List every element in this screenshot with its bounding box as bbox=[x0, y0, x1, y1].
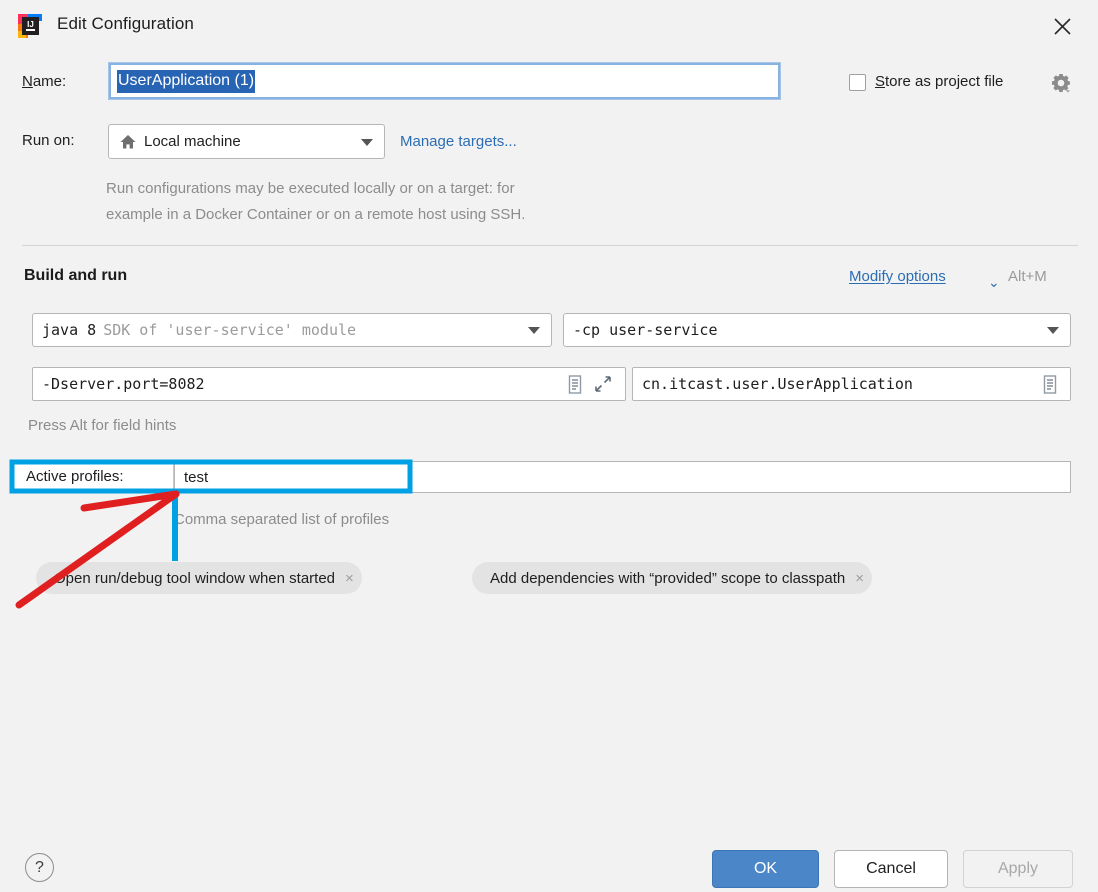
name-input-value: UserApplication (1) bbox=[117, 69, 256, 93]
option-chip-label: Open run/debug tool window when started bbox=[54, 569, 336, 587]
classpath-dropdown[interactable]: -cp user-service bbox=[563, 313, 1071, 347]
active-profiles-label: Active profiles: bbox=[14, 463, 174, 490]
window-title: Edit Configuration bbox=[57, 14, 194, 33]
title-bar: IJ Edit Configuration bbox=[0, 0, 1098, 50]
main-class-input[interactable]: cn.itcast.user.UserApplication bbox=[632, 367, 1071, 401]
close-icon[interactable]: × bbox=[855, 570, 864, 587]
jdk-value: java 8 bbox=[42, 321, 97, 339]
chevron-down-icon bbox=[1047, 327, 1059, 334]
close-icon[interactable]: × bbox=[345, 570, 354, 587]
document-icon[interactable] bbox=[1040, 373, 1060, 395]
run-on-target-value: Local machine bbox=[144, 133, 241, 150]
vm-options-value: -Dserver.port=8082 bbox=[42, 375, 205, 393]
run-on-label: Run on: bbox=[22, 132, 75, 149]
store-as-project-file-label: Store as project file bbox=[875, 73, 1004, 90]
active-profiles-value: test bbox=[184, 468, 209, 486]
ok-button[interactable]: OK bbox=[712, 850, 819, 888]
option-chip-open-run-debug-tool-window[interactable]: Open run/debug tool window when started … bbox=[36, 562, 362, 594]
main-class-value: cn.itcast.user.UserApplication bbox=[642, 375, 913, 393]
svg-text:IJ: IJ bbox=[27, 20, 34, 29]
run-on-hint-line-1: Run configurations may be executed local… bbox=[106, 180, 515, 197]
modify-options-link[interactable]: Modify options bbox=[849, 268, 946, 285]
apply-button: Apply bbox=[963, 850, 1073, 888]
jdk-detail: SDK of 'user-service' module bbox=[103, 321, 357, 339]
store-as-project-file-checkbox[interactable] bbox=[849, 74, 866, 91]
document-icon[interactable] bbox=[565, 373, 585, 395]
active-profiles-hint: Comma separated list of profiles bbox=[174, 511, 390, 528]
name-label: Name: bbox=[22, 73, 67, 90]
cancel-button[interactable]: Cancel bbox=[834, 850, 948, 888]
run-on-target-dropdown[interactable]: Local machine bbox=[108, 124, 385, 159]
classpath-value: -cp user-service bbox=[573, 321, 718, 339]
vm-options-input[interactable]: -Dserver.port=8082 bbox=[32, 367, 626, 401]
home-icon bbox=[119, 133, 137, 151]
build-and-run-title: Build and run bbox=[24, 267, 128, 284]
active-profiles-input[interactable]: test bbox=[174, 461, 1071, 493]
intellij-idea-icon: IJ bbox=[17, 13, 43, 39]
run-on-hint-line-2: example in a Docker Container or on a re… bbox=[106, 206, 526, 223]
close-icon[interactable] bbox=[1048, 12, 1076, 40]
chevron-down-icon bbox=[528, 327, 540, 334]
modify-options-shortcut: Alt+M bbox=[1008, 268, 1047, 285]
chevron-down-icon bbox=[361, 138, 373, 146]
chevron-down-icon: ⌄ bbox=[988, 274, 1000, 290]
expand-icon[interactable] bbox=[593, 373, 613, 395]
field-hints-text: Press Alt for field hints bbox=[28, 417, 177, 434]
section-divider bbox=[22, 245, 1078, 246]
annotation-red-arrow-barb bbox=[80, 490, 180, 512]
option-chip-label: Add dependencies with “provided” scope t… bbox=[490, 569, 846, 587]
gear-icon[interactable] bbox=[1050, 72, 1072, 94]
name-input[interactable]: UserApplication (1) bbox=[108, 62, 781, 100]
help-button[interactable]: ? bbox=[25, 853, 54, 882]
manage-targets-link[interactable]: Manage targets... bbox=[400, 133, 517, 150]
option-chip-add-provided-dependencies[interactable]: Add dependencies with “provided” scope t… bbox=[472, 562, 872, 594]
jdk-dropdown[interactable]: java 8 SDK of 'user-service' module bbox=[32, 313, 552, 347]
